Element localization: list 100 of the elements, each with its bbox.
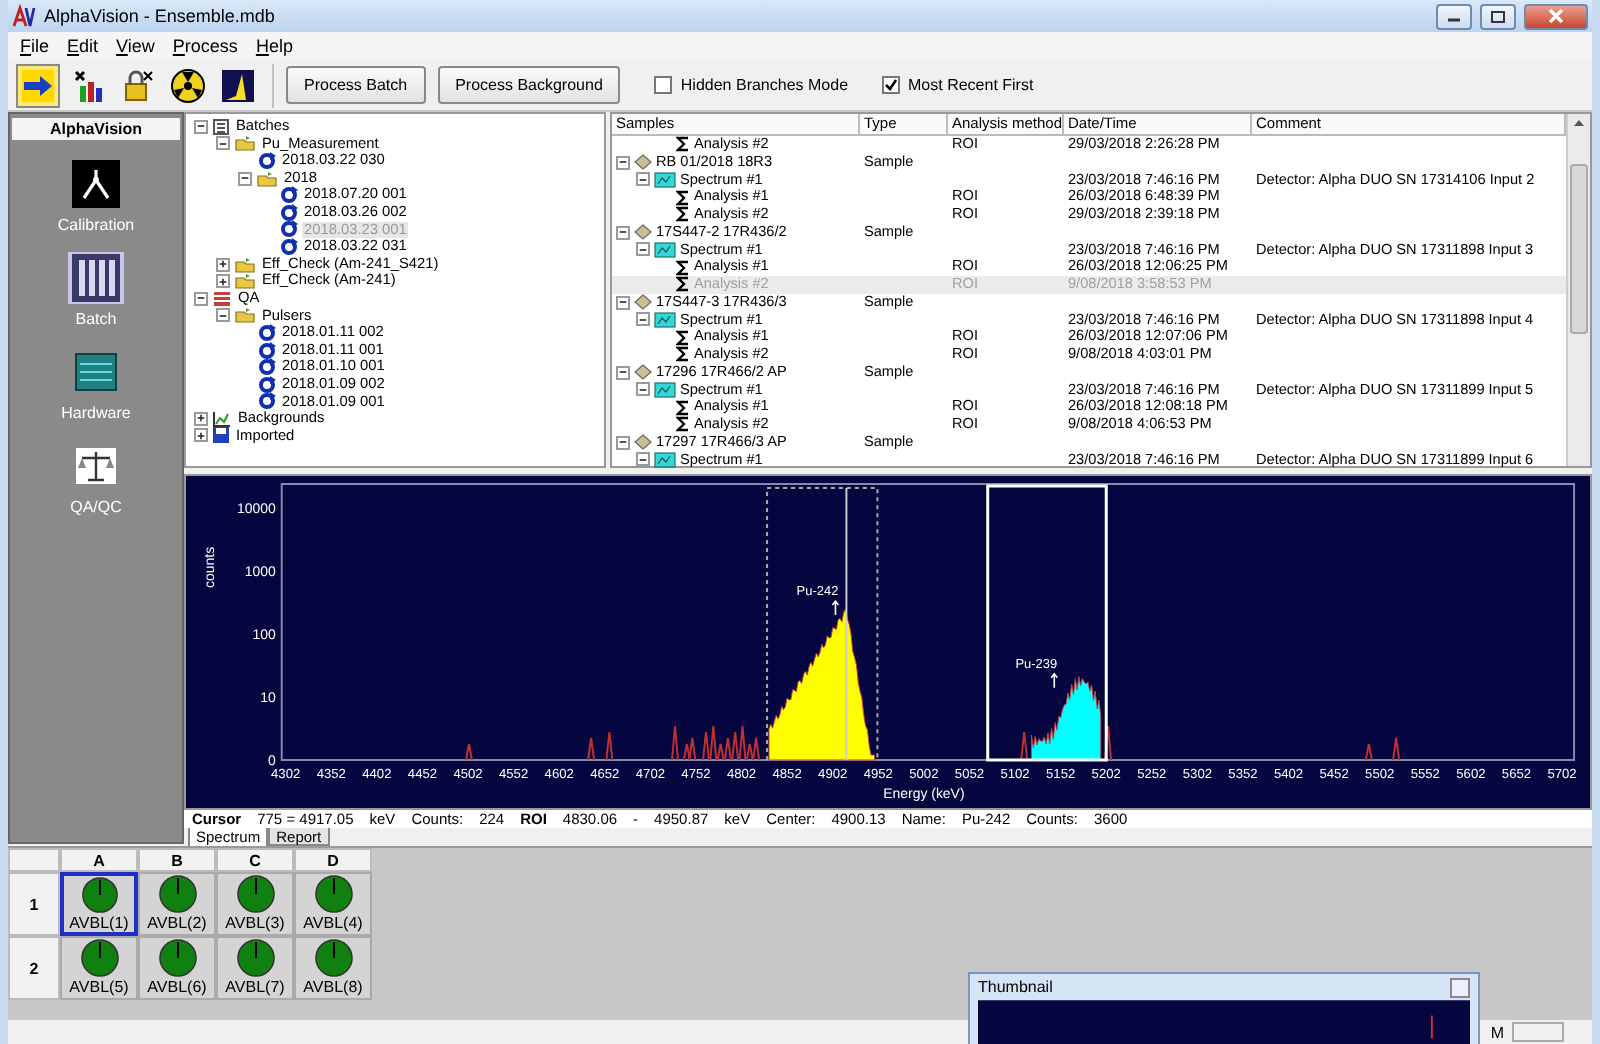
lock-icon (120, 67, 156, 103)
expander-icon[interactable] (216, 136, 230, 151)
checkbox[interactable] (882, 76, 901, 94)
gauge-icon (157, 938, 197, 978)
detector-cell[interactable]: AVBL(5) (60, 936, 138, 1000)
refresh-icon (258, 392, 276, 411)
expander-icon[interactable] (616, 155, 630, 170)
scales-icon (74, 446, 118, 486)
spectrum-icon (654, 171, 676, 188)
expander-icon[interactable] (616, 225, 630, 240)
spectrum-icon (654, 241, 676, 258)
spectrum-chart-icon (220, 67, 256, 103)
expander-icon[interactable] (216, 274, 230, 289)
refresh-icon (258, 151, 276, 170)
expander-icon[interactable] (616, 365, 630, 380)
scroll-up-arrow-icon[interactable] (1572, 118, 1586, 128)
column-header: D (294, 848, 372, 872)
toolbar-text-button[interactable]: Process Background (437, 66, 621, 104)
folder-arrows-icon (234, 134, 256, 153)
gauge-icon (313, 874, 353, 914)
expander-icon[interactable] (194, 411, 208, 426)
sidebar-item-label: QA/QC (70, 498, 122, 516)
folder-arrows-icon (234, 255, 256, 274)
sidebar-button[interactable] (68, 158, 124, 210)
bars-icon (70, 67, 106, 103)
menu-item[interactable]: File (20, 36, 50, 56)
detector-cell[interactable]: AVBL(4) (294, 872, 372, 936)
column-header: A (60, 848, 138, 872)
gauge-icon (157, 874, 197, 914)
document-icon (212, 117, 230, 136)
expander-icon[interactable] (194, 119, 208, 134)
spectrum-icon (654, 451, 676, 468)
detector-cell[interactable]: AVBL(7) (216, 936, 294, 1000)
window-button[interactable] (1450, 977, 1470, 998)
minimize-button[interactable] (1436, 3, 1472, 29)
window-title: AlphaVision - Ensemble.mdb (44, 6, 275, 26)
expander-icon[interactable] (216, 308, 230, 323)
close-icon (1548, 8, 1564, 24)
detector-cell[interactable]: AVBL(8) (294, 936, 372, 1000)
refresh-icon (258, 358, 276, 377)
folder-arrows-icon (256, 169, 278, 188)
column-header: C (216, 848, 294, 872)
caliper-icon (72, 160, 120, 208)
app-logo-icon (12, 4, 36, 28)
close-button[interactable] (1524, 3, 1588, 29)
toolbar-button[interactable] (16, 63, 60, 107)
folder-arrows-icon (234, 272, 256, 291)
gauge-icon (79, 876, 119, 914)
menu-item[interactable]: Help (255, 36, 293, 56)
detector-cell[interactable]: AVBL(3) (216, 872, 294, 936)
expander-icon[interactable] (616, 295, 630, 310)
detector-cell[interactable]: AVBL(6) (138, 936, 216, 1000)
spectrum-icon (654, 311, 676, 328)
menu-item[interactable]: Edit (67, 36, 99, 56)
peak-marker-arrow (1050, 672, 1059, 689)
expander-icon[interactable] (616, 435, 630, 450)
expander-icon[interactable] (194, 291, 208, 306)
detector-cell[interactable]: AVBL(1) (60, 872, 138, 936)
sidebar-title: AlphaVision (12, 118, 180, 140)
expander-icon[interactable] (238, 171, 252, 186)
folder-arrows-icon (234, 306, 256, 325)
menu-item[interactable]: View (116, 36, 155, 56)
column-header: B (138, 848, 216, 872)
diamond-icon (634, 434, 652, 451)
gauge-icon (313, 938, 353, 978)
stripes-icon (212, 289, 232, 308)
menu-item[interactable]: Process (172, 36, 238, 56)
expander-icon[interactable] (636, 172, 650, 187)
refresh-icon (280, 237, 298, 256)
maximize-button[interactable] (1480, 3, 1516, 29)
checkbox-label: Most Recent First (908, 76, 1034, 94)
refresh-icon (280, 220, 298, 239)
circuit-board-icon (74, 352, 118, 392)
expander-icon[interactable] (636, 312, 650, 327)
expander-icon[interactable] (636, 452, 650, 467)
expander-icon[interactable] (636, 242, 650, 257)
status-bar-panel (1512, 1022, 1564, 1042)
gauge-icon (79, 938, 119, 978)
status-text: M (1490, 1023, 1504, 1041)
toolbar-button[interactable] (166, 63, 210, 107)
sidebar-button[interactable] (68, 252, 124, 304)
row-header: 2 (8, 936, 60, 1000)
checkbox[interactable] (654, 76, 673, 94)
expander-icon[interactable] (216, 257, 230, 272)
refresh-icon (258, 323, 276, 342)
peak-area (1030, 676, 1102, 761)
diamond-icon (634, 154, 652, 171)
diamond-icon (634, 224, 652, 241)
toolbar-text-button[interactable]: Process Batch (286, 66, 426, 104)
vials-icon (72, 254, 120, 302)
expander-icon[interactable] (636, 382, 650, 397)
sidebar-item-label: Hardware (61, 404, 131, 422)
sidebar-item-label: Batch (75, 310, 117, 328)
expander-icon[interactable] (194, 428, 208, 443)
detector-cell[interactable]: AVBL(2) (138, 872, 216, 936)
sidebar-item-label: Calibration (57, 216, 135, 234)
sigma-icon (676, 136, 690, 153)
refresh-icon (258, 375, 276, 394)
scrollbar[interactable] (1566, 114, 1590, 466)
refresh-icon (280, 203, 298, 222)
